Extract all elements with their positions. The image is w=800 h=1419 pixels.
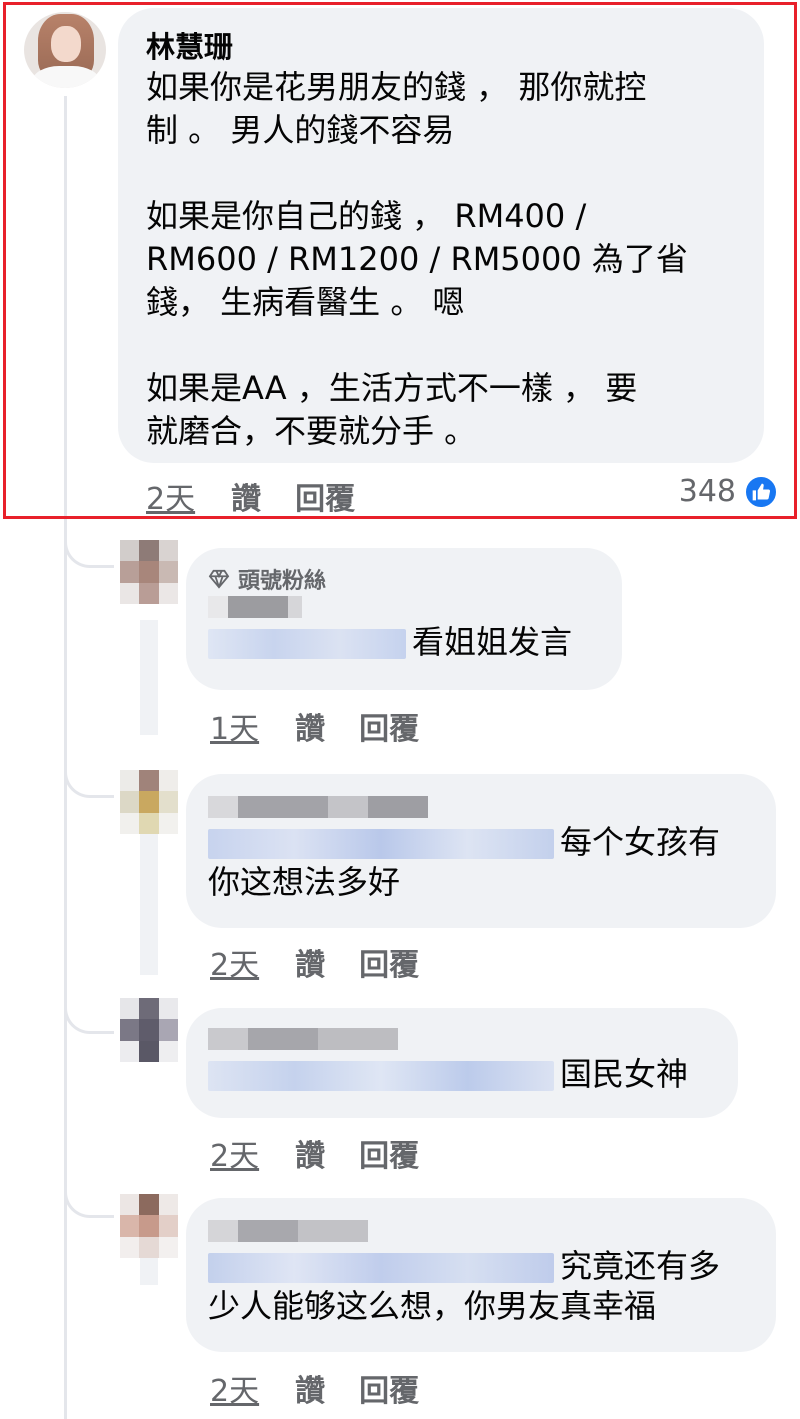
blurred-username <box>208 1028 716 1050</box>
badge-label: 頭號粉絲 <box>238 569 327 594</box>
reply-bubble: 究竟还有多 少人能够这么想，你男友真幸福 <box>186 1198 776 1352</box>
reply-text: 究竟还有多 <box>560 1247 721 1285</box>
reply-avatar[interactable] <box>120 998 178 1062</box>
reply-actions: 2天 讚 回覆 <box>210 1366 419 1410</box>
reply-button[interactable]: 回覆 <box>359 1366 419 1410</box>
reply-thread-line <box>140 820 158 975</box>
reply-timestamp[interactable]: 2天 <box>210 1366 259 1410</box>
reply-body: 国民女神 <box>208 1054 716 1094</box>
reply-line: 每个女孩有 <box>208 822 754 862</box>
top-fan-badge: 頭號粉絲 <box>208 564 600 594</box>
like-button[interactable]: 讚 <box>295 1131 325 1175</box>
thread-connector <box>64 996 114 1034</box>
reply-thread-line <box>140 620 158 735</box>
reply-body: 每个女孩有 你这想法多好 <box>208 822 754 902</box>
reply-timestamp[interactable]: 2天 <box>210 940 259 984</box>
reply-bubble: 頭號粉絲 看姐姐发言 <box>186 548 622 690</box>
reply-text: 看姐姐发言 <box>412 623 573 661</box>
reply-avatar[interactable] <box>120 1194 178 1258</box>
reply-text: 国民女神 <box>560 1055 689 1093</box>
reply-actions: 2天 讚 回覆 <box>210 940 419 984</box>
reply-text: 每个女孩有 <box>560 823 721 861</box>
reply-button[interactable]: 回覆 <box>359 940 419 984</box>
blurred-mention <box>208 1253 554 1283</box>
reply-button[interactable]: 回覆 <box>359 1131 419 1175</box>
like-button[interactable]: 讚 <box>295 704 325 748</box>
highlight-frame <box>3 2 797 519</box>
reply-actions: 1天 讚 回覆 <box>210 704 419 748</box>
reply-bubble: 国民女神 <box>186 1008 738 1118</box>
reply-bubble: 每个女孩有 你这想法多好 <box>186 774 776 928</box>
blurred-username <box>208 796 754 818</box>
reply-line: 你这想法多好 <box>208 863 401 901</box>
reply-timestamp[interactable]: 1天 <box>210 704 259 748</box>
reply-line: 少人能够这么想，你男友真幸福 <box>208 1287 657 1325</box>
reply-avatar[interactable] <box>120 540 178 604</box>
reply-body: 究竟还有多 少人能够这么想，你男友真幸福 <box>208 1246 754 1326</box>
reply-avatar[interactable] <box>120 770 178 834</box>
like-button[interactable]: 讚 <box>295 940 325 984</box>
reply-line: 究竟还有多 <box>208 1246 754 1286</box>
thread-connector <box>64 760 114 798</box>
reply-timestamp[interactable]: 2天 <box>210 1131 259 1175</box>
thread-connector <box>64 530 114 568</box>
thread-connector <box>64 1180 114 1218</box>
like-button[interactable]: 讚 <box>295 1366 325 1410</box>
blurred-username <box>208 1220 754 1242</box>
diamond-icon <box>208 569 230 589</box>
blurred-mention <box>208 1061 554 1091</box>
blurred-mention <box>208 829 554 859</box>
blurred-username <box>208 596 600 618</box>
reply-body: 看姐姐发言 <box>208 622 600 662</box>
blurred-mention <box>208 629 406 659</box>
reply-actions: 2天 讚 回覆 <box>210 1131 419 1175</box>
reply-button[interactable]: 回覆 <box>359 704 419 748</box>
